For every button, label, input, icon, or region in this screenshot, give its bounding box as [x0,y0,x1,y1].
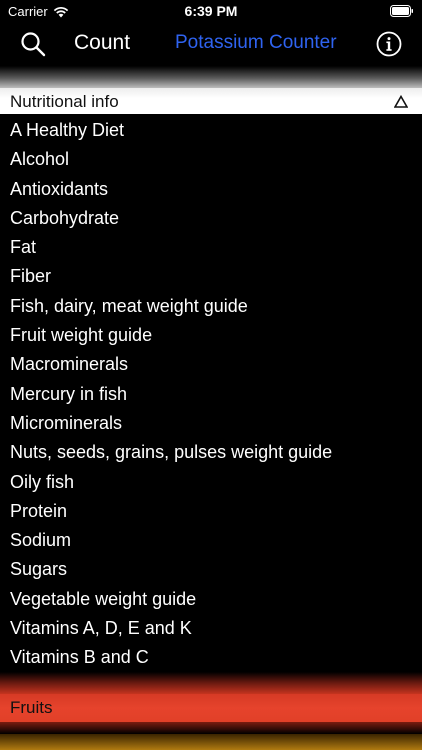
fruits-header-gradient [0,672,422,694]
section-header-nutritional-info[interactable]: Nutritional info [0,88,422,114]
list-item[interactable]: Alcohol [0,145,422,174]
status-bar: Carrier 6:39 PM [0,0,422,22]
list-item[interactable]: Fat [0,233,422,262]
list-item[interactable]: Vitamins A, D, E and K [0,614,422,643]
list-item[interactable]: Microminerals [0,409,422,438]
header-gradient [0,66,422,88]
count-button[interactable]: Count [74,31,130,55]
fruits-bottom-gradient [0,722,422,734]
list-item[interactable]: A Healthy Diet [0,116,422,145]
list-item[interactable]: Macrominerals [0,350,422,379]
list-item[interactable]: Carbohydrate [0,204,422,233]
nutritional-info-list: A Healthy Diet Alcohol Antioxidants Carb… [0,116,422,673]
triangle-up-icon[interactable] [394,95,408,108]
info-icon[interactable] [376,31,402,57]
list-item[interactable]: Mercury in fish [0,380,422,409]
list-item[interactable]: Antioxidants [0,175,422,204]
search-icon[interactable] [20,31,46,57]
list-item[interactable]: Oily fish [0,468,422,497]
list-item[interactable]: Fiber [0,262,422,291]
list-item[interactable]: Vitamins B and C [0,643,422,672]
page-title: Potassium Counter [175,32,337,53]
list-item[interactable]: Fish, dairy, meat weight guide [0,292,422,321]
fruits-header-label: Fruits [10,698,53,717]
section-header-fruits[interactable]: Fruits [0,694,422,722]
navigation-bar: Count Potassium Counter [0,22,422,66]
battery-icon [390,5,413,17]
status-time: 6:39 PM [184,3,238,19]
list-item[interactable]: Nuts, seeds, grains, pulses weight guide [0,438,422,467]
app-screen: Carrier 6:39 PM Count Potassium Counter [0,0,422,750]
list-item[interactable]: Vegetable weight guide [0,585,422,614]
section-header-label: Nutritional info [10,92,119,111]
list-item[interactable]: Protein [0,497,422,526]
list-item[interactable]: Sugars [0,555,422,584]
list-item[interactable]: Fruit weight guide [0,321,422,350]
next-section-gradient [0,734,422,750]
list-item[interactable]: Sodium [0,526,422,555]
